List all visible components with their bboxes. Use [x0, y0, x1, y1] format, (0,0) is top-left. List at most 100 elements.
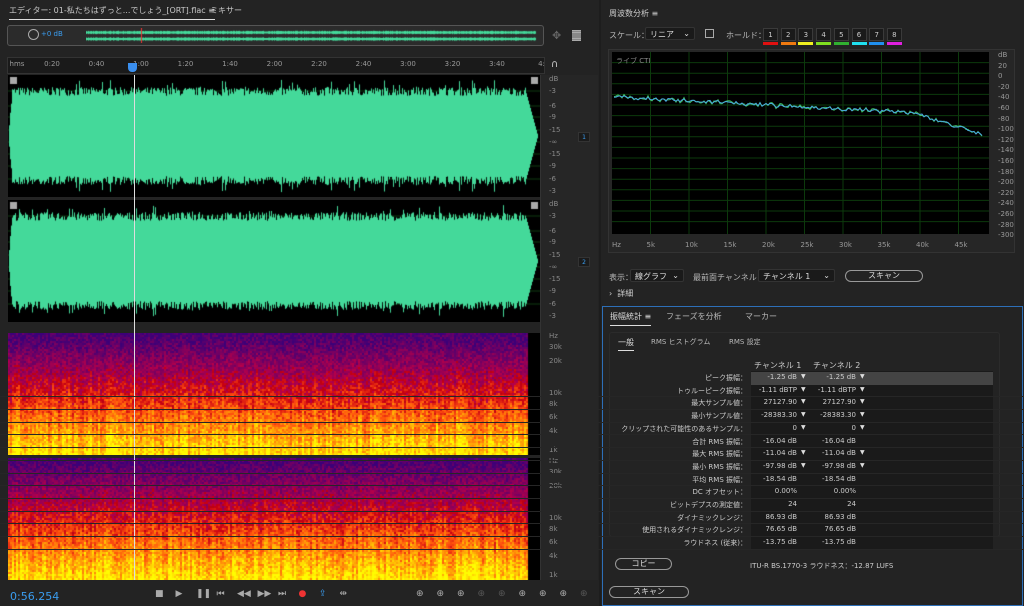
- gain-knob-icon[interactable]: [28, 29, 39, 40]
- tab-phase-analysis[interactable]: フェーズを分析: [666, 311, 722, 322]
- zoom-out-both-icon[interactable]: ⊕: [560, 589, 568, 599]
- frequency-title[interactable]: 周波数分析 ≡: [609, 8, 658, 19]
- go-to-marker-icon[interactable]: ▼: [801, 449, 806, 456]
- go-to-marker-icon[interactable]: ▼: [801, 386, 806, 393]
- copy-button[interactable]: コピー: [615, 558, 672, 570]
- tab-editor[interactable]: エディター: 01-私たちはずっと...でしょう_[ORT].flac ≡: [9, 5, 215, 20]
- pause-icon[interactable]: ❚❚: [196, 589, 211, 599]
- amplitude-scale-label: -9: [549, 238, 556, 246]
- freq-y-tick: -140: [998, 146, 1014, 155]
- hold-button-4[interactable]: 4: [816, 28, 832, 41]
- go-to-marker-icon[interactable]: ▼: [860, 373, 865, 380]
- stats-row: 最大 RMS 振幅： -11.04 dB -11.04 dB ▼ ▼: [0, 448, 1024, 461]
- frequency-scan-button[interactable]: スキャン: [845, 270, 923, 282]
- title-text: 周波数分析: [609, 9, 649, 18]
- go-to-marker-icon[interactable]: ▼: [801, 424, 806, 431]
- waveform-channel-2[interactable]: [8, 200, 540, 322]
- ruler-tick: 3:00: [400, 60, 416, 68]
- channel-1-value: -16.04 dB: [762, 436, 797, 445]
- go-to-marker-icon[interactable]: ▼: [860, 449, 865, 456]
- channel-1-badge[interactable]: 1: [578, 132, 590, 142]
- skip-selection-icon[interactable]: ⇹: [340, 589, 348, 599]
- freq-y-tick: -220: [998, 188, 1014, 197]
- freq-x-tick: 45k: [954, 241, 968, 249]
- details-toggle[interactable]: › 詳細: [609, 288, 633, 299]
- header-channel-2: チャンネル 2: [813, 361, 861, 370]
- hold-button-7[interactable]: 7: [869, 28, 885, 41]
- waveform-channel-1[interactable]: [8, 75, 540, 197]
- overview-waveform[interactable]: [86, 28, 542, 43]
- go-to-marker-icon[interactable]: ▼: [860, 424, 865, 431]
- hold-color-swatch: [798, 42, 814, 45]
- loop-icon[interactable]: ⇪: [319, 589, 327, 599]
- go-to-marker-icon[interactable]: ▼: [801, 373, 806, 380]
- channel-1-value: 27127.90: [763, 398, 797, 407]
- tab-amplitude-stats[interactable]: 振幅統計 ≡: [610, 311, 652, 326]
- channel-2-badge[interactable]: 2: [578, 257, 590, 267]
- go-to-marker-icon[interactable]: ▼: [860, 462, 865, 469]
- zoom-in-right-icon[interactable]: ⊕: [539, 589, 547, 599]
- zoom-in-amplitude-icon[interactable]: ⊕: [416, 589, 424, 599]
- stats-scan-button[interactable]: スキャン: [609, 586, 689, 598]
- display-select[interactable]: 線グラフ ⌄: [630, 269, 684, 282]
- current-time[interactable]: 0:56.254: [10, 590, 59, 603]
- stats-row: ダイナミックレンジ： 86.93 dB 86.93 dB: [0, 512, 1024, 525]
- go-to-marker-icon[interactable]: ▼: [860, 386, 865, 393]
- zoom-in-time-icon[interactable]: ⊕: [457, 589, 465, 599]
- hold-button-2[interactable]: 2: [780, 28, 796, 41]
- play-icon[interactable]: ▶: [176, 589, 183, 599]
- spectrum-graph[interactable]: [612, 52, 989, 234]
- zoom-in-left-icon[interactable]: ⊕: [519, 589, 527, 599]
- subtab-general[interactable]: 一般: [618, 337, 634, 351]
- stop-icon[interactable]: ■: [155, 589, 164, 599]
- zoom-navigator-icon[interactable]: ✥: [552, 29, 561, 42]
- subtab-rms-settings[interactable]: RMS 設定: [729, 337, 761, 347]
- hold-button-6[interactable]: 6: [851, 28, 867, 41]
- go-to-marker-icon[interactable]: ▼: [801, 411, 806, 418]
- stats-row: トゥルーピーク振幅： -1.11 dBTP -1.11 dBTP ▼ ▼: [0, 385, 1024, 398]
- gain-value[interactable]: +0 dB: [41, 30, 63, 38]
- freq-x-tick: 25k: [800, 241, 814, 249]
- zoom-reset-icon[interactable]: ⊕: [580, 589, 588, 599]
- go-to-marker-icon[interactable]: ▼: [860, 398, 865, 405]
- details-label: 詳細: [617, 289, 634, 298]
- tab-mixer[interactable]: ミキサー: [210, 5, 242, 16]
- go-to-end-icon[interactable]: ⏭: [278, 589, 286, 599]
- channel-1-value: -97.98 dB: [762, 461, 797, 470]
- record-icon[interactable]: ●: [299, 589, 307, 599]
- go-to-marker-icon[interactable]: ▼: [801, 462, 806, 469]
- front-channel-select[interactable]: チャンネル 1 ⌄: [758, 269, 835, 282]
- freq-y-tick: 0: [998, 72, 1003, 81]
- channel-2-value: 86.93 dB: [824, 512, 856, 521]
- tab-label: 振幅統計: [610, 312, 642, 321]
- subtab-rms-histogram[interactable]: RMS ヒストグラム: [651, 337, 710, 347]
- go-to-marker-icon[interactable]: ▼: [801, 398, 806, 405]
- hold-button-8[interactable]: 8: [886, 28, 902, 41]
- freq-x-tick: 10k: [685, 241, 698, 249]
- go-to-marker-icon[interactable]: ▼: [860, 411, 865, 418]
- go-to-start-icon[interactable]: ⏮: [217, 589, 225, 599]
- zoom-out-amplitude-icon[interactable]: ⊕: [437, 589, 445, 599]
- list-icon[interactable]: [572, 30, 581, 41]
- tab-markers[interactable]: マーカー: [745, 311, 777, 322]
- hold-button-3[interactable]: 3: [798, 28, 814, 41]
- tab-label: エディター: 01-私たちはずっと...でしょう_[ORT].flac: [9, 6, 206, 15]
- hold-square-icon[interactable]: [705, 29, 714, 38]
- zoom-out-full-icon[interactable]: ⊕: [478, 589, 486, 599]
- freq-x-tick: 30k: [839, 241, 852, 249]
- rewind-icon[interactable]: ◀◀: [237, 589, 251, 599]
- zoom-selection-icon[interactable]: ⊕: [498, 589, 506, 599]
- amplitude-scale-label: -6: [549, 102, 556, 110]
- ruler-tick: 2:00: [266, 60, 283, 68]
- overview-bar[interactable]: +0 dB: [7, 25, 544, 46]
- scale-select[interactable]: リニア ⌄: [645, 27, 695, 40]
- freq-x-tick: Hz: [612, 241, 621, 249]
- hold-button-5[interactable]: 5: [833, 28, 849, 41]
- hold-button-1[interactable]: 1: [763, 28, 778, 41]
- loudness-readout: ITU-R BS.1770-3 ラウドネス：-12.87 LUFS: [750, 562, 894, 570]
- fast-forward-icon[interactable]: ▶▶: [258, 589, 272, 599]
- time-ruler[interactable]: hms 0:20 0:40 1:00 1:20 1:40 2:00 2:20 2:40 3:00…: [7, 57, 545, 74]
- playhead-handle[interactable]: [128, 63, 137, 72]
- amplitude-scale-label: -6: [549, 227, 556, 235]
- snap-magnet-icon[interactable]: ∩: [551, 59, 558, 70]
